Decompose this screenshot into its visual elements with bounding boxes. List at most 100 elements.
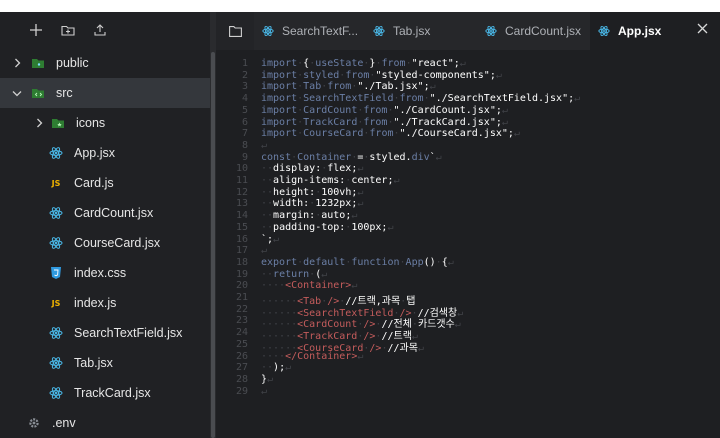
code-token: ↵ xyxy=(501,116,508,128)
code-token: function xyxy=(351,256,400,268)
tree-item-searchtextfield-jsx[interactable]: SearchTextField.jsx xyxy=(0,318,210,348)
javascript-icon: JS xyxy=(51,298,61,308)
code-line: ↵ xyxy=(261,386,267,397)
tree-item-tab-jsx[interactable]: Tab.jsx xyxy=(0,348,210,378)
code-line: `;↵ xyxy=(261,234,279,245)
new-file-icon[interactable] xyxy=(20,18,52,42)
tree-item-public[interactable]: public xyxy=(0,48,210,78)
code-token: width: xyxy=(273,198,310,210)
line-number: 17 xyxy=(235,245,248,257)
tree-item-cardcount-jsx[interactable]: CardCount.jsx xyxy=(0,198,210,228)
folder-icon[interactable] xyxy=(216,12,254,50)
tree-item-coursecard-jsx[interactable]: CourseCard.jsx xyxy=(0,228,210,258)
code-token: "react"; xyxy=(411,58,460,69)
tree-item-label: App.jsx xyxy=(74,146,115,160)
tree-item-card-js[interactable]: JS Card.js xyxy=(0,168,210,198)
tree-item-label: public xyxy=(56,56,89,70)
code-token: ↵ xyxy=(435,151,442,163)
code-token: ↵ xyxy=(429,81,436,93)
code-token: Container xyxy=(297,151,352,163)
tab-tab-jsx[interactable]: Tab.jsx xyxy=(365,12,477,50)
code-token: from xyxy=(399,93,424,105)
code-token: import xyxy=(261,116,298,128)
line-number: 3 xyxy=(241,81,248,93)
code-token: <Container> xyxy=(285,280,352,292)
code-token: center; xyxy=(351,175,394,186)
tab-cardcount[interactable]: CardCount.jsx xyxy=(477,12,590,50)
tree-item-src[interactable]: src xyxy=(0,78,210,108)
code-token: ↵ xyxy=(357,350,364,362)
line-number: 25 xyxy=(235,338,248,350)
tree-item-app-jsx[interactable]: App.jsx xyxy=(0,138,210,168)
editor-pane: SearchTextF... Tab.jsx CardCount.jsx App… xyxy=(216,12,720,438)
tab-app-jsx[interactable]: App.jsx xyxy=(590,12,720,50)
code-token: CourseCard xyxy=(303,128,364,140)
line-number: 28 xyxy=(235,373,248,385)
tree-item-label: src xyxy=(56,86,73,100)
code-token: ↵ xyxy=(387,221,394,233)
file-tree: public src icons App.jsx JS Card.js Card… xyxy=(0,48,210,438)
code-token: CardCount xyxy=(303,104,358,116)
code-token: "./SearchTextField.jsx"; xyxy=(429,93,575,105)
src-folder-icon xyxy=(30,85,46,101)
code-token: auto; xyxy=(321,210,352,222)
code-token: from xyxy=(369,128,394,140)
tree-item-icons[interactable]: icons xyxy=(0,108,210,138)
code-token: ↵ xyxy=(267,373,274,385)
react-icon xyxy=(48,385,64,401)
code-token: from xyxy=(327,81,352,93)
new-folder-icon[interactable] xyxy=(52,18,84,42)
code-token: return xyxy=(273,268,310,280)
tree-item-index-css[interactable]: index.css xyxy=(0,258,210,288)
code-token: import xyxy=(261,93,298,105)
code-line: ↵ xyxy=(261,245,267,256)
code-token: 카드갯수 xyxy=(417,319,455,331)
code-token: ↵ xyxy=(357,163,364,175)
icons-folder-icon xyxy=(50,115,66,131)
code-token: "./Tab.jsx"; xyxy=(357,81,430,93)
code-token: ↵ xyxy=(357,198,364,210)
code-token: margin: xyxy=(273,210,316,222)
code-token: import xyxy=(261,128,298,140)
code-token: from xyxy=(363,104,388,116)
tab-label: Tab.jsx xyxy=(393,24,431,38)
chevron-down-icon xyxy=(10,86,24,100)
close-icon[interactable] xyxy=(697,23,708,37)
code-token: import xyxy=(261,58,298,69)
tree-item-label: CardCount.jsx xyxy=(74,206,154,220)
code-line: import·CardCount·from·"./CardCount.jsx";… xyxy=(261,105,508,116)
code-token: ); xyxy=(273,362,286,374)
line-number: 26 xyxy=(235,350,248,362)
code-token: ···· xyxy=(261,350,286,362)
code-token: SearchTextField xyxy=(303,93,394,105)
code-token: "styled-components"; xyxy=(375,69,496,81)
code-token: flex; xyxy=(327,163,358,175)
upload-icon[interactable] xyxy=(84,18,116,42)
tree-item-label: Tab.jsx xyxy=(74,356,113,370)
code-area[interactable]: 1 2 3 4 5 6 7 8 9 10 11 12 13 14 15 16 17 18 19 20 21 22 23 24 2… xyxy=(216,50,720,438)
tree-item-index-js[interactable]: JS index.js xyxy=(0,288,210,318)
code-token: "./TrackCard.jsx"; xyxy=(393,116,502,128)
react-icon xyxy=(48,205,64,221)
code-line: ··margin:·auto;↵ xyxy=(261,210,357,221)
code-token: ·· xyxy=(261,163,274,175)
react-icon xyxy=(373,25,385,37)
code-token: const xyxy=(261,151,292,163)
code-token: import xyxy=(261,69,298,81)
code-token: ↵ xyxy=(574,93,581,105)
code-token: ↵ xyxy=(357,186,364,198)
line-number: 22 xyxy=(235,303,248,315)
code-token: ·· xyxy=(261,362,274,374)
tree-item-env[interactable]: .env xyxy=(0,408,210,438)
tree-item-label: index.js xyxy=(74,296,117,310)
react-icon xyxy=(598,25,610,37)
sidebar-scrollbar-thumb[interactable] xyxy=(211,52,215,438)
code-token: padding-top: xyxy=(273,221,346,233)
tree-item-trackcard-jsx[interactable]: TrackCard.jsx xyxy=(0,378,210,408)
code-line: ↵ xyxy=(261,140,267,151)
code-token: //과목 xyxy=(387,342,418,354)
gear-icon xyxy=(26,415,42,431)
line-number: 23 xyxy=(235,315,248,327)
code-line: import·SearchTextField·from·"./SearchTex… xyxy=(261,93,580,104)
tab-searchtextfield[interactable]: SearchTextF... xyxy=(254,12,365,50)
